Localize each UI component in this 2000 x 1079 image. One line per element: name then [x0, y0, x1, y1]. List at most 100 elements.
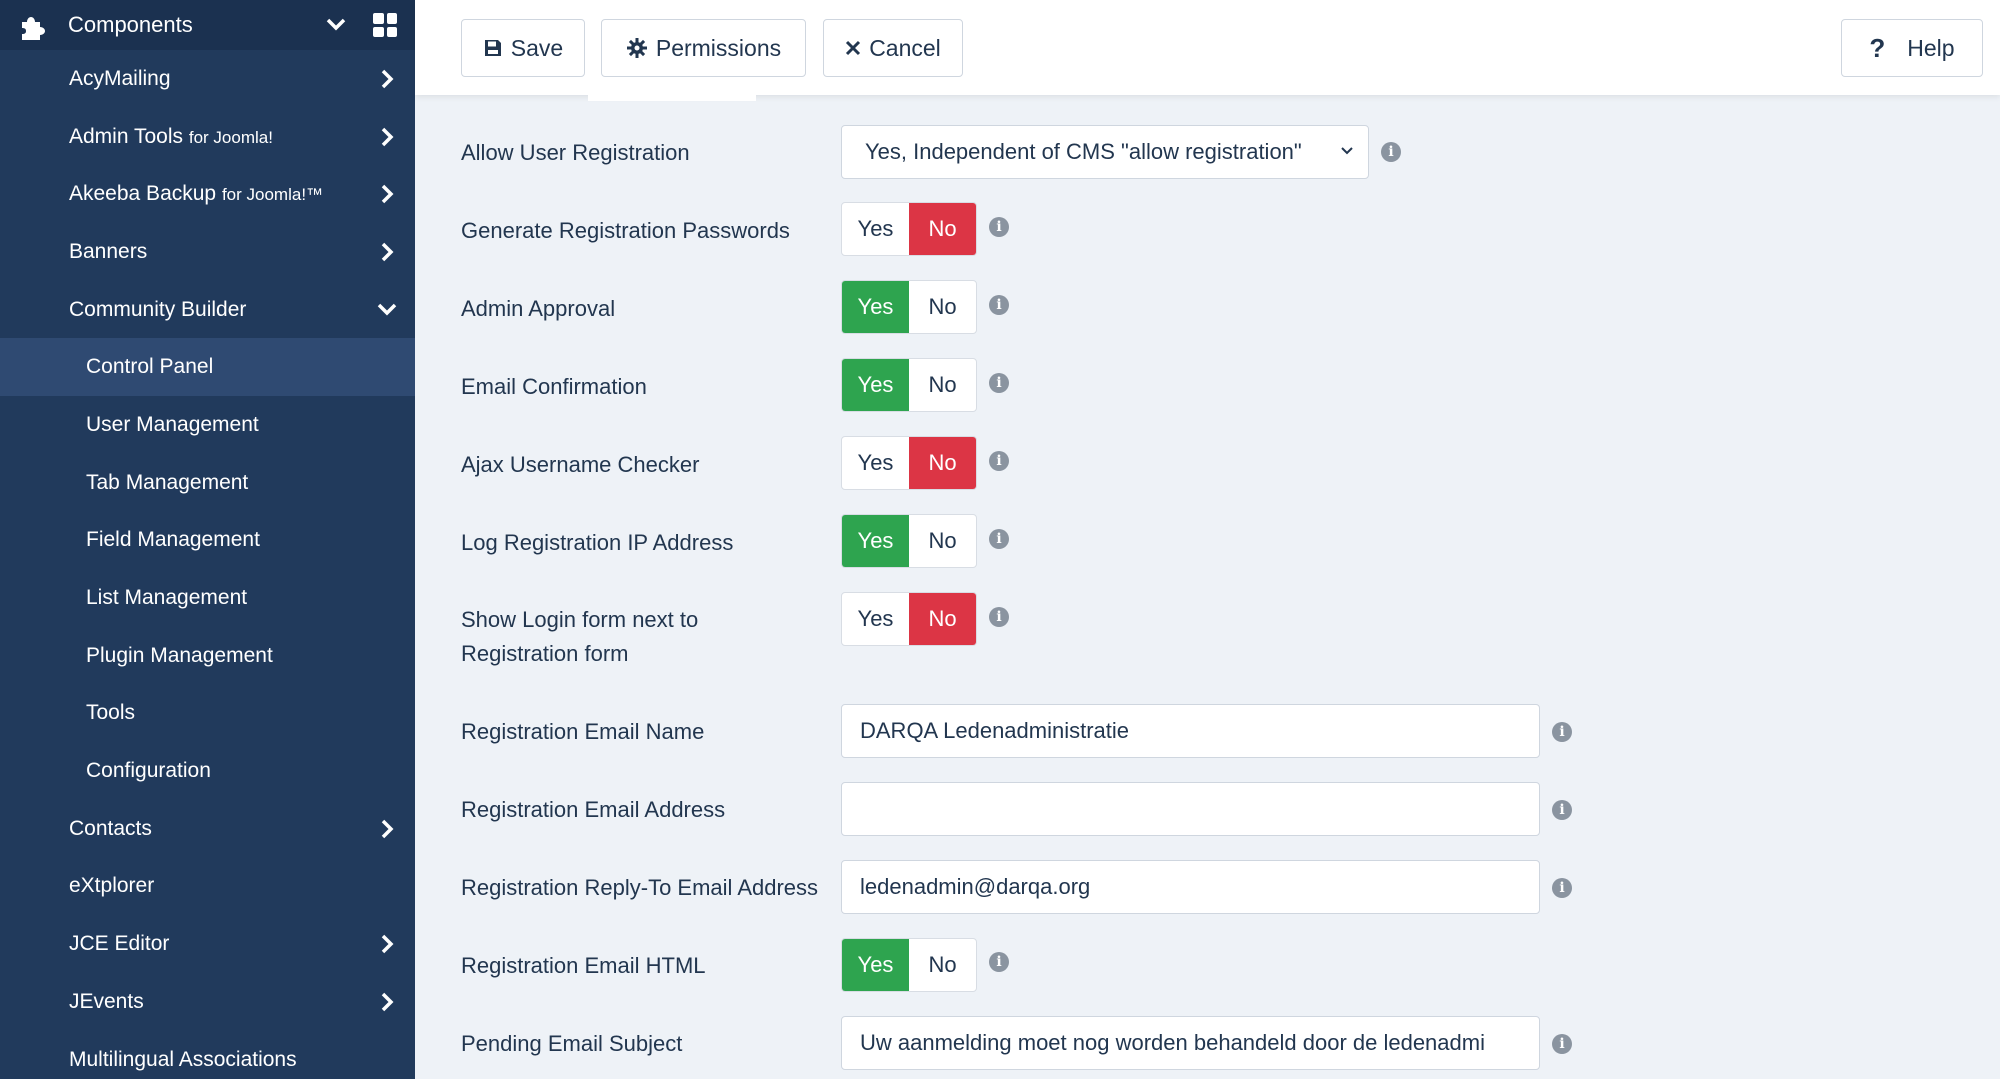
sidebar-item-community-builder[interactable]: Community Builder [0, 281, 415, 339]
sidebar-item-label: Configuration [86, 759, 211, 783]
toggle-no[interactable]: No [909, 281, 976, 333]
chevron-right-icon [375, 992, 399, 1012]
chevron-down-icon [1341, 147, 1353, 155]
chevron-right-icon [375, 69, 399, 89]
sidebar-item-label: Banners [69, 239, 148, 263]
admin-approval-label: Admin Approval [461, 296, 616, 321]
toggle-no[interactable]: No [909, 939, 976, 991]
email-confirmation-label: Email Confirmation [461, 374, 647, 399]
puzzle-icon [18, 10, 48, 40]
toggle-yes[interactable]: Yes [842, 203, 909, 255]
close-icon [846, 40, 861, 56]
sidebar-item-label: JCE Editor [69, 932, 170, 956]
allow-registration-label: Allow User Registration [461, 140, 690, 165]
save-icon [484, 40, 501, 56]
sidebar-item-extplorer[interactable]: eXtplorer [0, 858, 415, 916]
sidebar-subitem-field-management[interactable]: Field Management [0, 512, 415, 570]
sidebar-item-label: Multilingual Associations [69, 1047, 297, 1071]
info-icon[interactable]: i [989, 217, 1009, 237]
sidebar-item-jce-editor[interactable]: JCE Editor [0, 915, 415, 973]
sidebar-item-suffix: for Joomla! [188, 127, 273, 147]
info-icon[interactable]: i [989, 451, 1009, 471]
sidebar-item-suffix: for Joomla!™ [221, 185, 324, 205]
sidebar-item-label: Plugin Management [86, 643, 273, 667]
ajax-username-toggle: Yes No [841, 436, 977, 490]
toggle-yes[interactable]: Yes [842, 437, 909, 489]
info-icon[interactable]: i [989, 373, 1009, 393]
info-icon[interactable]: i [989, 607, 1009, 627]
toggle-yes[interactable]: Yes [842, 359, 909, 411]
sidebar-subitem-list-management[interactable]: List Management [0, 569, 415, 627]
sidebar-item-banners[interactable]: Banners [0, 223, 415, 281]
toggle-yes[interactable]: Yes [842, 515, 909, 567]
sidebar-subitem-tab-management[interactable]: Tab Management [0, 454, 415, 512]
info-icon[interactable]: i [989, 295, 1009, 315]
email-name-label: Registration Email Name [461, 719, 705, 744]
allow-registration-value: Yes, Independent of CMS "allow registrat… [865, 139, 1302, 164]
show-login-label: Show Login form next to Registration for… [461, 603, 698, 671]
chevron-right-icon [375, 184, 399, 204]
sidebar-item-label: List Management [86, 586, 248, 610]
cancel-button[interactable]: Cancel [823, 19, 963, 77]
ajax-username-label: Ajax Username Checker [461, 452, 700, 477]
info-icon[interactable]: i [1381, 142, 1401, 162]
toggle-no[interactable]: No [909, 359, 976, 411]
permissions-button[interactable]: Permissions [601, 19, 806, 77]
reply-to-label: Registration Reply-To Email Address [461, 875, 819, 900]
sidebar-item-multilingual-associations[interactable]: Multilingual Associations [0, 1031, 415, 1079]
toggle-no[interactable]: No [909, 593, 976, 645]
info-icon[interactable]: i [1552, 878, 1572, 898]
info-icon[interactable]: i [1552, 1034, 1572, 1054]
sidebar-header-components[interactable]: Components [0, 0, 415, 50]
info-icon[interactable]: i [1552, 722, 1572, 742]
dashboard-grid-icon[interactable] [373, 13, 397, 37]
sidebar-subitem-user-management[interactable]: User Management [0, 396, 415, 454]
sidebar-item-label: Tab Management [86, 470, 249, 494]
toolbar: Save Permissions Cancel ? Help [415, 0, 2000, 95]
chevron-right-icon [375, 934, 399, 954]
help-button[interactable]: ? Help [1841, 19, 1983, 77]
email-address-input[interactable] [841, 782, 1540, 836]
sidebar-item-jevents[interactable]: JEvents [0, 973, 415, 1031]
help-label: Help [1907, 34, 1955, 61]
sidebar-subitem-tools[interactable]: Tools [0, 685, 415, 743]
sidebar-subitem-control-panel[interactable]: Control Panel [0, 338, 415, 397]
sidebar-item-label: Admin Tools [69, 124, 184, 148]
sidebar-item-contacts[interactable]: Contacts [0, 800, 415, 858]
sidebar-subitem-plugin-management[interactable]: Plugin Management [0, 627, 415, 685]
reply-to-input[interactable]: ledenadmin@darqa.org [841, 860, 1540, 914]
admin-approval-toggle: Yes No [841, 280, 977, 334]
sidebar-item-label: AcyMailing [69, 66, 171, 90]
chevron-down-icon[interactable] [321, 18, 351, 32]
save-button[interactable]: Save [461, 19, 585, 77]
sidebar-header-title: Components [68, 12, 193, 37]
pending-subject-input[interactable]: Uw aanmelding moet nog worden behandeld … [841, 1016, 1540, 1070]
toggle-yes[interactable]: Yes [842, 593, 909, 645]
email-confirmation-toggle: Yes No [841, 358, 977, 412]
sidebar-item-label: Akeeba Backup [69, 182, 217, 206]
info-icon[interactable]: i [989, 529, 1009, 549]
email-name-input[interactable]: DARQA Ledenadministratie [841, 704, 1540, 758]
toggle-yes[interactable]: Yes [842, 939, 909, 991]
cancel-label: Cancel [869, 34, 941, 61]
sidebar-item-label: Field Management [86, 528, 260, 552]
sidebar-item-admin-tools[interactable]: Admin Tools for Joomla! [0, 108, 415, 166]
chevron-right-icon [375, 242, 399, 262]
toggle-yes[interactable]: Yes [842, 281, 909, 333]
toggle-no[interactable]: No [909, 437, 976, 489]
sidebar-item-akeeba-backup[interactable]: Akeeba Backup for Joomla!™ [0, 165, 415, 223]
show-login-label-line2: Registration form [461, 641, 629, 666]
sidebar-subitem-configuration[interactable]: Configuration [0, 742, 415, 800]
toggle-no[interactable]: No [909, 203, 976, 255]
toggle-no[interactable]: No [909, 515, 976, 567]
sidebar-item-acymailing[interactable]: AcyMailing [0, 50, 415, 108]
info-icon[interactable]: i [1552, 800, 1572, 820]
info-icon[interactable]: i [989, 952, 1009, 972]
gear-icon [626, 38, 647, 58]
sidebar-item-label: Contacts [69, 816, 152, 840]
sidebar-item-label: Tools [86, 701, 136, 725]
allow-registration-select[interactable]: Yes, Independent of CMS "allow registrat… [841, 125, 1369, 179]
log-ip-label: Log Registration IP Address [461, 530, 734, 555]
sidebar-item-label: Control Panel [86, 355, 214, 379]
log-ip-toggle: Yes No [841, 514, 977, 568]
